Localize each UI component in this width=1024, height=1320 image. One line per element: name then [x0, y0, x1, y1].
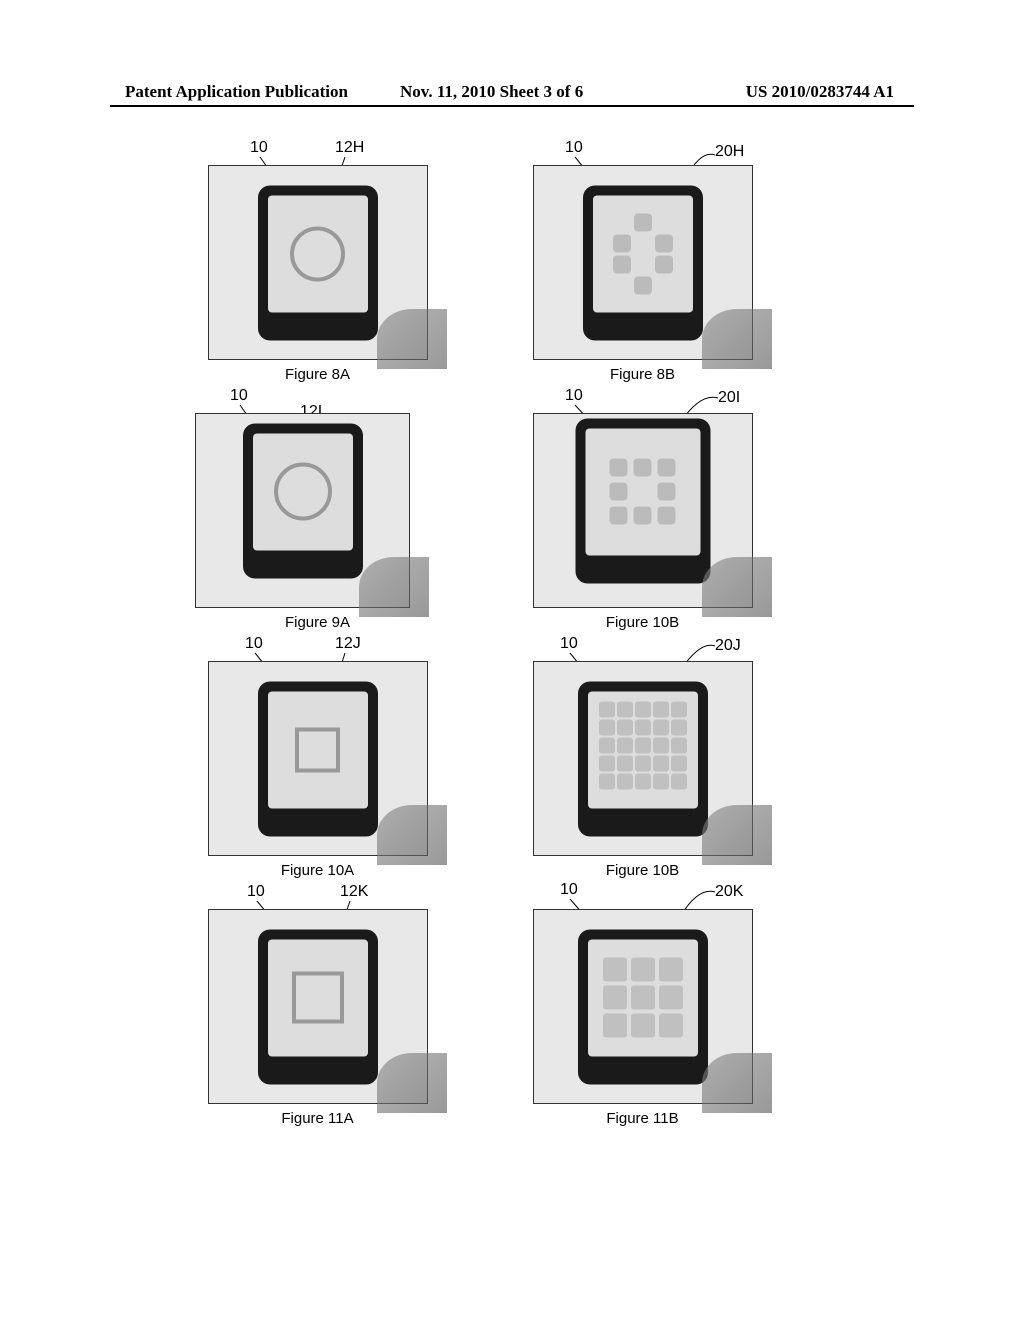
device-screen [268, 195, 368, 312]
device-screen [593, 195, 693, 312]
hand-icon [702, 1053, 772, 1113]
device-icon [583, 185, 703, 340]
ref-label: 10 [565, 139, 583, 157]
ref-label: 10 [245, 635, 263, 653]
icon-grid [597, 952, 689, 1044]
icon-ring [613, 213, 673, 294]
ref-label: 10 [247, 883, 265, 901]
figure-row: 10 12H 18 Figure 8A [175, 145, 855, 383]
device-screen [268, 939, 368, 1056]
figure-frame [533, 909, 753, 1104]
hand-icon [702, 309, 772, 369]
figures-container: 10 12H 18 Figure 8A [175, 145, 855, 1137]
ref-label: 10 [565, 387, 583, 405]
figure-11a: 10 12K 18 Figure 11A [175, 889, 460, 1127]
device-icon [258, 681, 378, 836]
gesture-square-icon [295, 727, 340, 772]
figure-row: 10 12J 18 Figure 10A [175, 641, 855, 879]
figure-frame [195, 413, 410, 608]
figure-frame [208, 165, 428, 360]
ref-label: 20I [718, 389, 740, 407]
figure-9a: 10 12I 18 Figure 9A [175, 393, 460, 631]
ref-label: 10 [230, 387, 248, 405]
header-publication-number: US 2010/0283744 A1 [746, 82, 894, 102]
figure-row: 10 12K 18 Figure 11A [175, 889, 855, 1127]
figure-10a: 10 12J 18 Figure 10A [175, 641, 460, 879]
device-icon [243, 423, 363, 578]
device-icon [575, 418, 710, 583]
ref-label: 20K [715, 883, 743, 901]
ref-label: 10 [250, 139, 268, 157]
figure-10b: 10 20J [500, 641, 785, 879]
device-screen [253, 433, 353, 550]
gesture-square-icon [292, 972, 344, 1024]
hand-icon [702, 557, 772, 617]
ref-label: 20H [715, 143, 744, 161]
hand-icon [359, 557, 429, 617]
figure-8a: 10 12H 18 Figure 8A [175, 145, 460, 383]
hand-icon [377, 1053, 447, 1113]
header-date-sheet: Nov. 11, 2010 Sheet 3 of 6 [400, 82, 583, 102]
icon-ring [610, 459, 676, 525]
figure-8b: 10 20H [500, 145, 785, 383]
figure-frame [208, 661, 428, 856]
figure-frame [533, 413, 753, 608]
ref-label: 20J [715, 637, 741, 655]
ref-label: 12J [335, 635, 361, 653]
device-screen [585, 428, 700, 555]
device-icon [578, 681, 708, 836]
device-icon [578, 929, 708, 1084]
device-icon [258, 929, 378, 1084]
hand-icon [377, 309, 447, 369]
figure-row: 10 12I 18 Figure 9A [175, 393, 855, 631]
figure-frame [533, 661, 753, 856]
device-icon [258, 185, 378, 340]
figure-11b: 10 20K [500, 889, 785, 1127]
device-screen [588, 691, 698, 808]
hand-icon [702, 805, 772, 865]
ref-label: 10 [560, 635, 578, 653]
ref-label: 12H [335, 139, 364, 157]
header-rule [110, 105, 914, 107]
ref-label: 12K [340, 883, 368, 901]
gesture-circle-icon [274, 463, 332, 521]
device-screen [588, 939, 698, 1056]
device-screen [268, 691, 368, 808]
header-publication-type: Patent Application Publication [125, 82, 348, 102]
icon-grid [595, 697, 691, 793]
page-header: Patent Application Publication Nov. 11, … [0, 82, 1024, 102]
hand-icon [377, 805, 447, 865]
figure-9b: 10 20I [500, 393, 785, 631]
gesture-circle-icon [290, 226, 345, 281]
figure-frame [533, 165, 753, 360]
figure-frame [208, 909, 428, 1104]
ref-label: 10 [560, 881, 578, 899]
